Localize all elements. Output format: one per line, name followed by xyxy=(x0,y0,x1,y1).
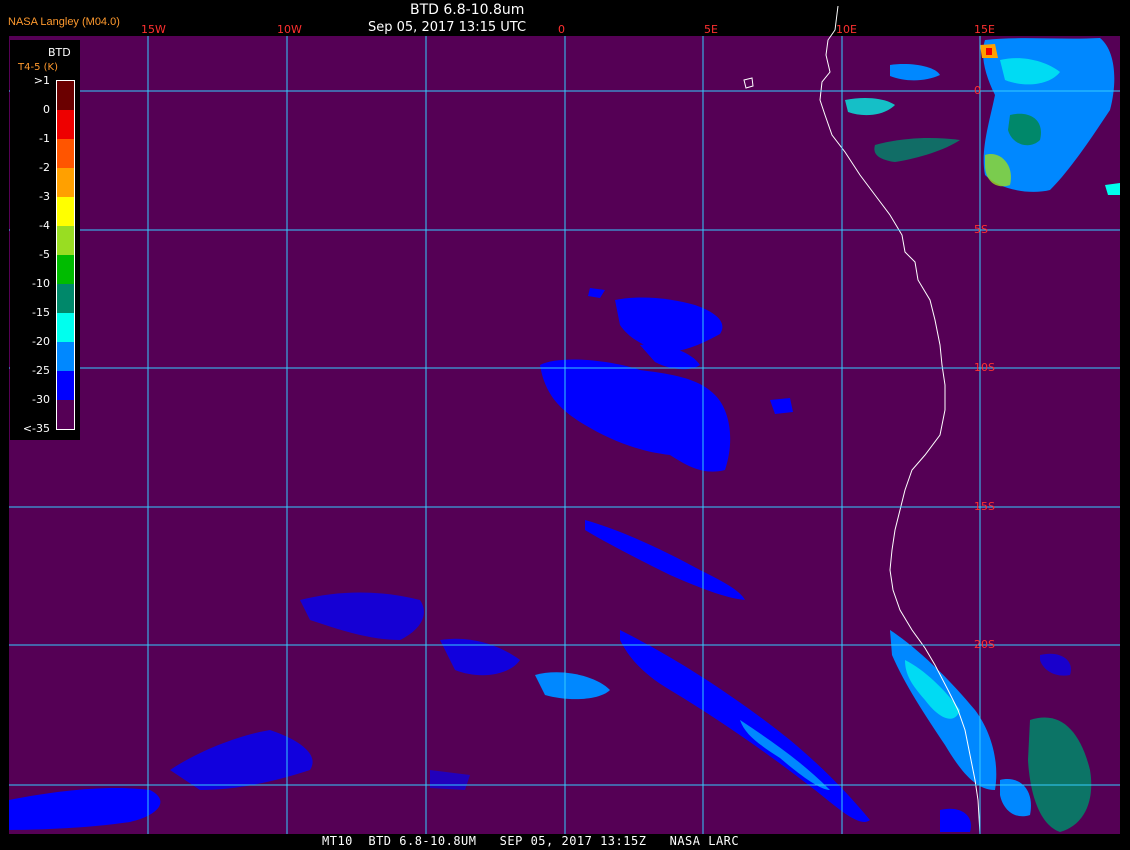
lon-label-10w: 10W xyxy=(277,23,302,36)
legend-swatch xyxy=(57,400,74,429)
legend-swatch xyxy=(57,110,74,139)
legend-label: -15 xyxy=(32,306,50,319)
legend-swatch xyxy=(57,342,74,371)
legend-swatch xyxy=(57,284,74,313)
lat-label-5s: 5S xyxy=(974,223,988,236)
legend-label: -1 xyxy=(39,132,50,145)
legend-swatch xyxy=(57,139,74,168)
legend-swatch xyxy=(57,81,74,110)
footer-caption: MT10 BTD 6.8-10.8UM SEP 05, 2017 13:15Z … xyxy=(322,834,740,848)
legend-swatch xyxy=(57,313,74,342)
legend-label: <-35 xyxy=(22,422,50,435)
image-datetime: Sep 05, 2017 13:15 UTC xyxy=(368,20,527,35)
color-legend: BTD T4-5 (K) >1 0 -1 -2 -3 -4 -5 -10 -15 -20 -25 -3… xyxy=(10,40,80,440)
legend-swatch xyxy=(57,168,74,197)
legend-swatch xyxy=(57,226,74,255)
legend-color-bar xyxy=(56,80,75,430)
legend-label: -5 xyxy=(39,248,50,261)
lon-label-10e: 10E xyxy=(836,23,857,36)
lat-label-20s: 20S xyxy=(974,638,995,651)
legend-unit: T4-5 (K) xyxy=(18,62,58,73)
legend-label: -4 xyxy=(39,219,50,232)
legend-label: -3 xyxy=(39,190,50,203)
satellite-map: 15W 10W 0 5E 10E 15E 0 5S 10S 15S 20S xyxy=(0,0,1130,850)
legend-label: >1 xyxy=(33,74,50,87)
lat-label-0: 0 xyxy=(974,84,981,97)
legend-label: 0 xyxy=(43,103,50,116)
legend-title: BTD xyxy=(48,46,71,59)
legend-label: -30 xyxy=(32,393,50,406)
lat-label-10s: 10S xyxy=(974,361,995,374)
credit-label: NASA Langley (M04.0) xyxy=(8,16,120,28)
lat-label-15s: 15S xyxy=(974,500,995,513)
legend-label: -2 xyxy=(39,161,50,174)
legend-swatch xyxy=(57,255,74,284)
lon-label-15e: 15E xyxy=(974,23,995,36)
lon-label-15w: 15W xyxy=(141,23,166,36)
product-title: BTD 6.8-10.8um xyxy=(410,2,525,18)
legend-swatch xyxy=(57,371,74,400)
legend-label: -10 xyxy=(32,277,50,290)
legend-label: -25 xyxy=(32,364,50,377)
lon-label-0: 0 xyxy=(558,23,565,36)
legend-swatch xyxy=(57,197,74,226)
legend-label: -20 xyxy=(32,335,50,348)
lon-label-5e: 5E xyxy=(704,23,718,36)
